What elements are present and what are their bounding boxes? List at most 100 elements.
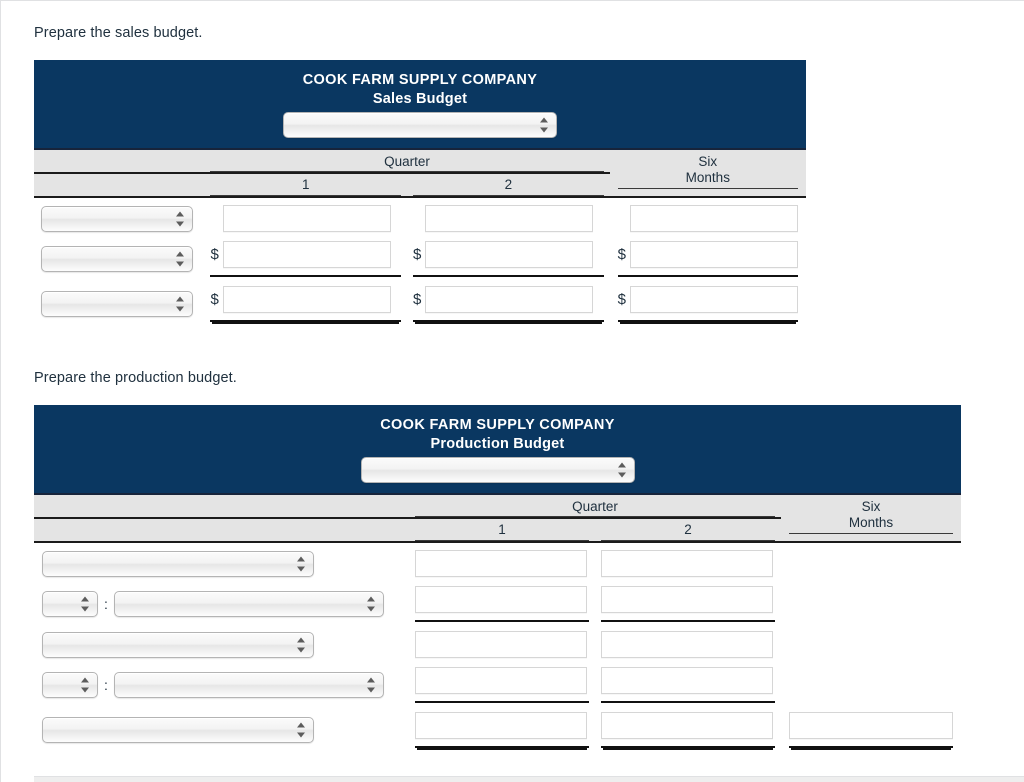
production-row2-label-select[interactable]: [113, 591, 384, 617]
sales-row2-q2-cell: $: [407, 232, 610, 277]
sales-period-select-shell: [283, 112, 557, 138]
production-period-select[interactable]: [360, 457, 635, 483]
production-row5-six-input[interactable]: [789, 712, 953, 739]
sales-company-name: COOK FARM SUPPLY COMPANY: [302, 72, 538, 88]
instruction-sales-budget: Prepare the sales budget.: [34, 25, 203, 41]
sales-row2-q2-currency: $: [413, 246, 422, 263]
production-statement-title: Production Budget: [430, 436, 565, 452]
production-budget-table: COOK FARM SUPPLY COMPANY Production Budg…: [34, 405, 961, 760]
sales-header-block: COOK FARM SUPPLY COMPANY Sales Budget: [34, 60, 806, 150]
sales-row2-q1-currency: $: [210, 246, 219, 263]
sales-row1-six-cell: $: [610, 197, 806, 232]
production-quarter-group-label: Quarter: [415, 499, 775, 517]
sales-period-select[interactable]: [283, 112, 557, 138]
production-row1-label-select-shell: [42, 550, 314, 577]
sales-row3-q2-currency: $: [413, 291, 422, 308]
sales-row1-q2-input[interactable]: [425, 205, 594, 232]
production-row2-q2-cell: [595, 577, 781, 622]
production-row4-label-select[interactable]: [113, 672, 384, 698]
sales-row3-q2-input[interactable]: [425, 286, 594, 313]
table-row: :: [34, 577, 961, 622]
production-row5-q1-cell: [409, 703, 595, 760]
production-row4-six-cell: [781, 658, 961, 703]
sales-row2-label-select[interactable]: [41, 246, 193, 272]
sales-six-months-line1: Six: [698, 154, 718, 169]
production-quarter-group: Quarter: [409, 494, 781, 518]
production-row5-q2-input[interactable]: [601, 712, 773, 739]
sales-row3-six-input[interactable]: [629, 286, 798, 313]
sales-row3-q1-input[interactable]: [222, 286, 391, 313]
production-row2-prefix-select[interactable]: [42, 591, 98, 617]
bottom-divider-bar: [34, 776, 1024, 782]
production-row5-six-cell: [781, 703, 961, 760]
sales-six-months-line2: Months: [617, 170, 798, 189]
sales-row1-q1-input[interactable]: [222, 205, 391, 232]
production-row3-label-select[interactable]: [42, 631, 314, 658]
production-row1-q2-input[interactable]: [601, 550, 773, 577]
sales-row1-q2-cell: $: [407, 197, 610, 232]
sales-q2-head: 2: [407, 173, 610, 197]
production-row3-q1-cell: [409, 622, 595, 658]
production-row2-q1-input[interactable]: [415, 586, 587, 613]
production-row5-q2-cell: [595, 703, 781, 760]
sales-q2-label: 2: [413, 174, 604, 196]
production-row4-label-select-shell: [113, 672, 384, 698]
sales-colhead-spacer: [34, 149, 205, 173]
production-row4-prefix-select[interactable]: [42, 672, 98, 698]
sales-row3-q2-cell: $: [407, 277, 610, 332]
production-row4-q2-input[interactable]: [601, 667, 773, 694]
production-row4-separator: :: [104, 677, 108, 693]
production-row3-q2-input[interactable]: [601, 631, 773, 658]
sales-budget-table: COOK FARM SUPPLY COMPANY Sales Budget Qu…: [34, 60, 806, 332]
production-row2-q2-input[interactable]: [601, 586, 773, 613]
instruction-production-budget: Prepare the production budget.: [34, 370, 237, 386]
table-row: [34, 542, 961, 577]
table-row: [34, 622, 961, 658]
sales-row3-label-cell: [34, 277, 204, 332]
production-six-months-group: Six Months: [781, 494, 961, 542]
sales-row2-q2-input[interactable]: [425, 241, 594, 268]
production-colhead-spacer: [34, 494, 409, 518]
production-row2-label-select-shell: [113, 591, 384, 617]
sales-column-group-row: Quarter Six Months: [34, 149, 806, 189]
sales-row1-label-cell: [34, 197, 204, 232]
sales-row2-q1-input[interactable]: [222, 241, 391, 268]
sales-row3-q1-cell: $: [204, 277, 407, 332]
sales-row2-six-input[interactable]: [629, 241, 798, 268]
production-row3-q1-input[interactable]: [415, 631, 587, 658]
table-row: :: [34, 658, 961, 703]
sales-row2-six-currency: $: [617, 246, 626, 263]
sales-table-header-row: COOK FARM SUPPLY COMPANY Sales Budget: [34, 60, 806, 150]
production-row3-q2-cell: [595, 622, 781, 658]
production-row2-prefix-select-shell: [42, 591, 98, 617]
table-row: $ $ $: [34, 197, 806, 232]
production-row1-label-select[interactable]: [42, 550, 314, 577]
sales-quarter-group: Quarter: [204, 149, 609, 173]
production-row2-label-cell: :: [34, 577, 409, 622]
production-row5-label-select[interactable]: [42, 717, 314, 743]
production-row1-q1-input[interactable]: [415, 550, 587, 577]
sales-row2-q1-cell: $: [204, 232, 407, 277]
production-row4-q1-input[interactable]: [415, 667, 587, 694]
production-row1-q2-cell: [595, 542, 781, 577]
production-row1-label-cell: [34, 542, 409, 577]
production-table-header-row: COOK FARM SUPPLY COMPANY Production Budg…: [34, 405, 961, 495]
production-row5-q1-input[interactable]: [415, 712, 587, 739]
sales-row2-label-cell: [34, 232, 204, 277]
production-q2-head: 2: [595, 518, 781, 542]
production-row3-label-select-shell: [42, 631, 314, 658]
production-row1-six-cell: [781, 542, 961, 577]
sales-row1-six-input[interactable]: [629, 205, 798, 232]
production-row2-q1-cell: [409, 577, 595, 622]
production-six-months-line1: Six: [861, 499, 881, 514]
sales-row3-six-currency: $: [617, 291, 626, 308]
production-row4-prefix-select-shell: [42, 672, 98, 698]
production-colnum-spacer: [34, 518, 409, 542]
production-six-months-line2: Months: [789, 515, 953, 534]
production-row5-label-select-shell: [42, 717, 314, 743]
table-row: [34, 703, 961, 760]
production-row5-label-cell: [34, 703, 409, 760]
production-q1-label: 1: [415, 519, 589, 541]
sales-row3-label-select[interactable]: [41, 291, 193, 317]
sales-row1-label-select[interactable]: [41, 205, 193, 232]
